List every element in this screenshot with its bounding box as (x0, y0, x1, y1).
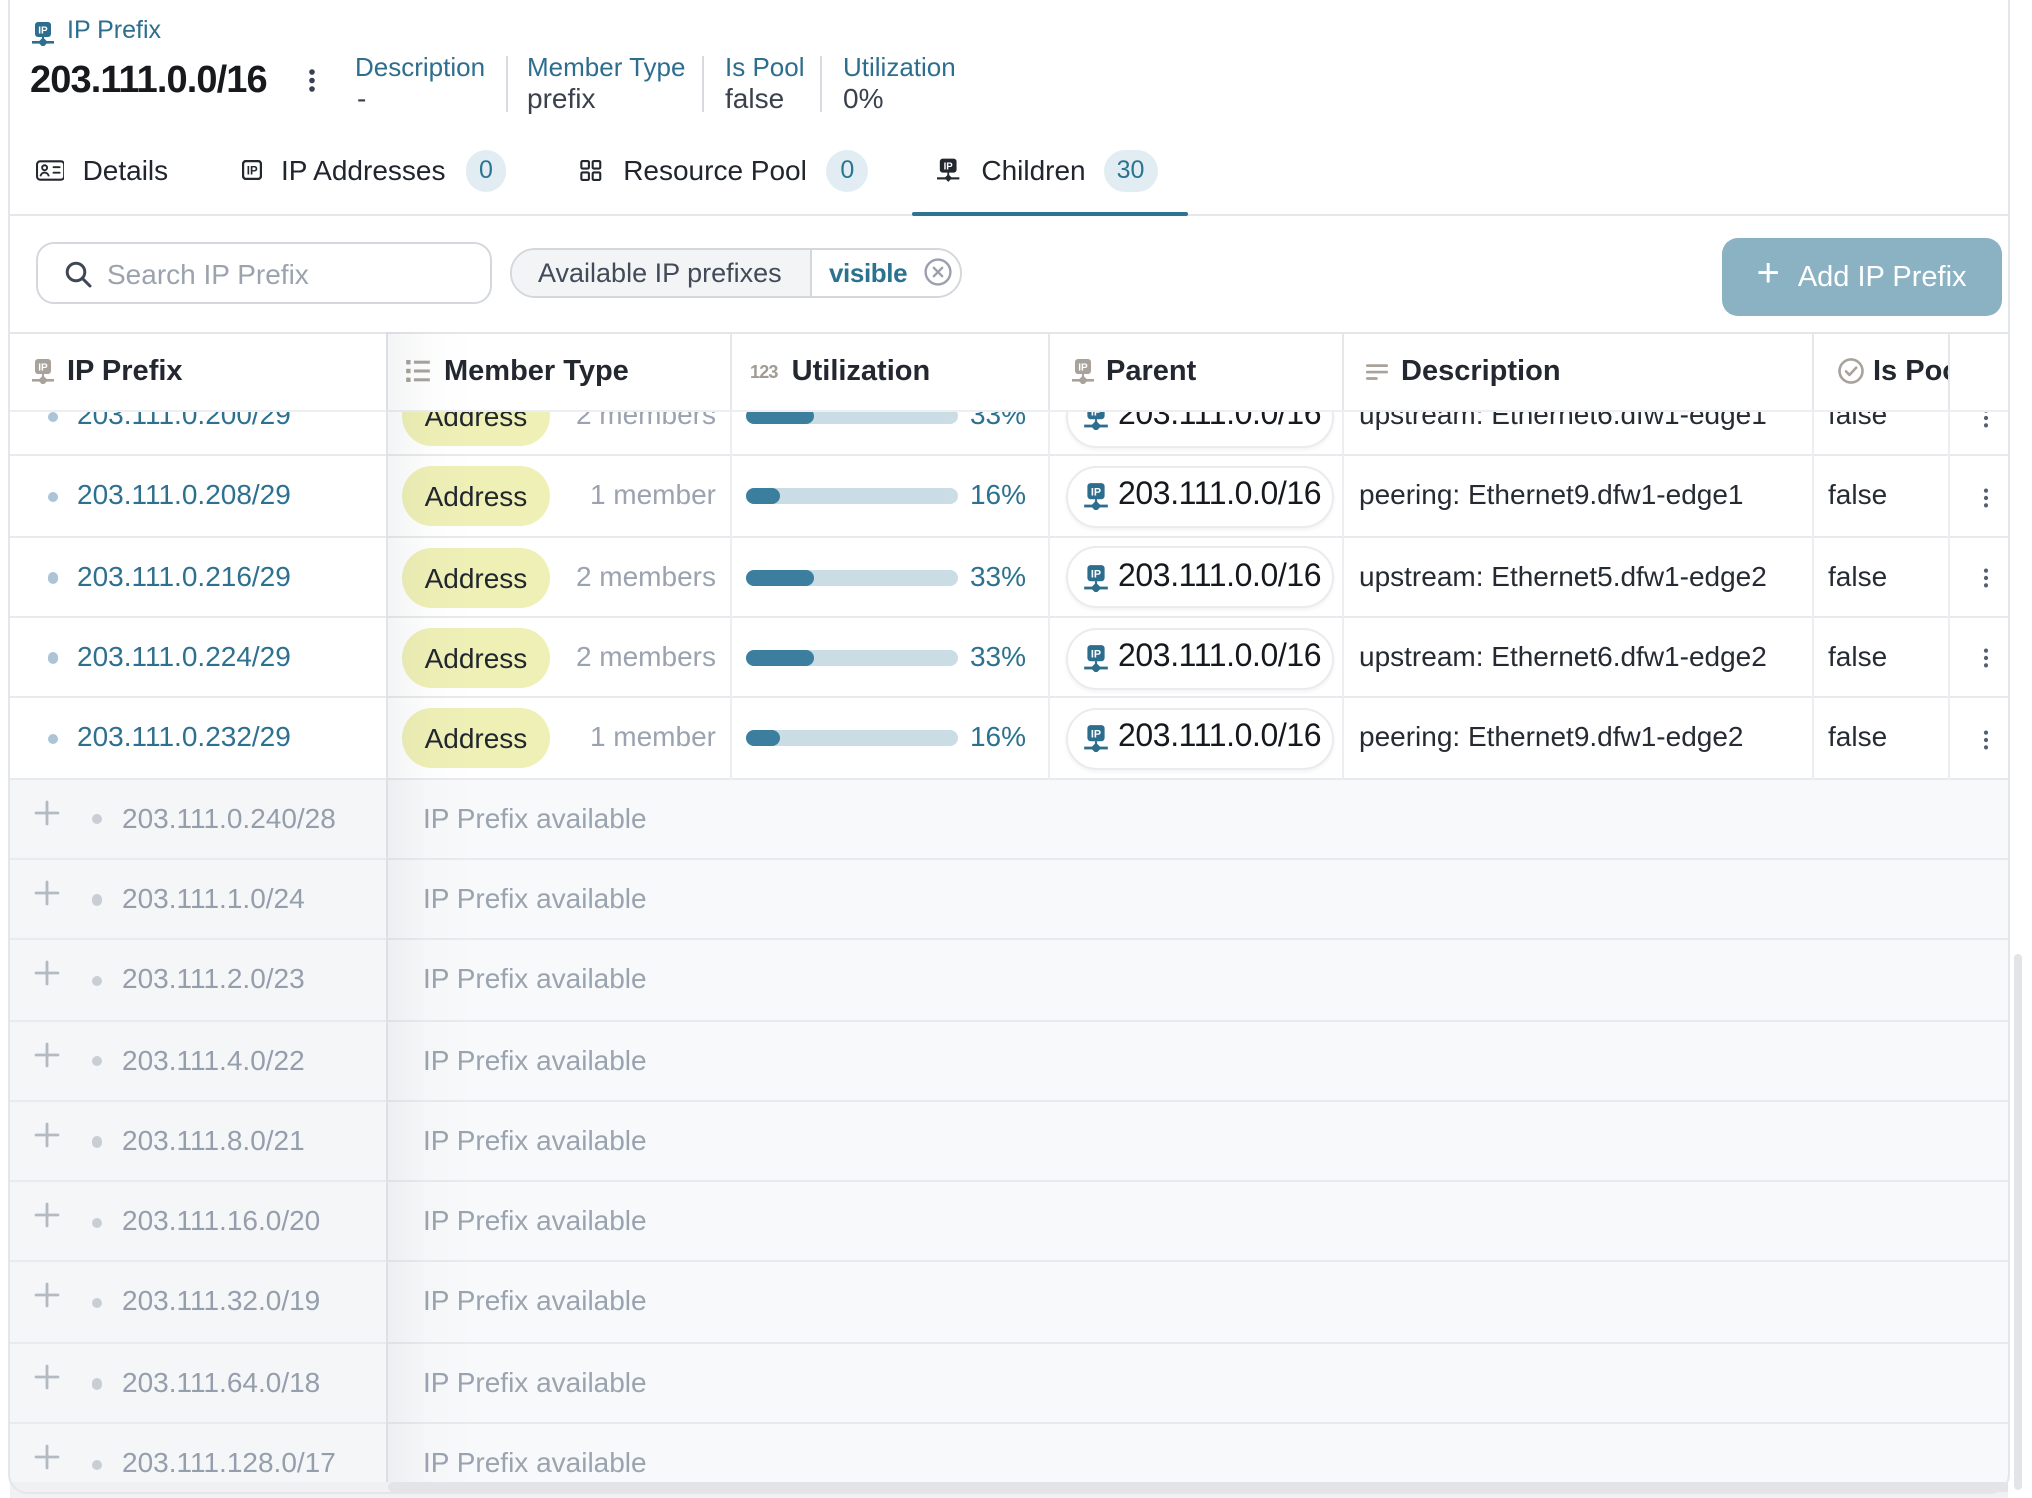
svg-text:IP: IP (944, 162, 954, 173)
svg-text:IP: IP (1091, 729, 1101, 741)
svg-text:IP: IP (37, 26, 47, 37)
svg-text:IP: IP (37, 363, 47, 374)
svg-text:IP: IP (1078, 363, 1088, 374)
svg-text:IP: IP (1091, 487, 1101, 499)
svg-text:IP: IP (1091, 568, 1101, 580)
svg-text:IP: IP (246, 166, 257, 178)
svg-text:IP: IP (1091, 649, 1101, 661)
